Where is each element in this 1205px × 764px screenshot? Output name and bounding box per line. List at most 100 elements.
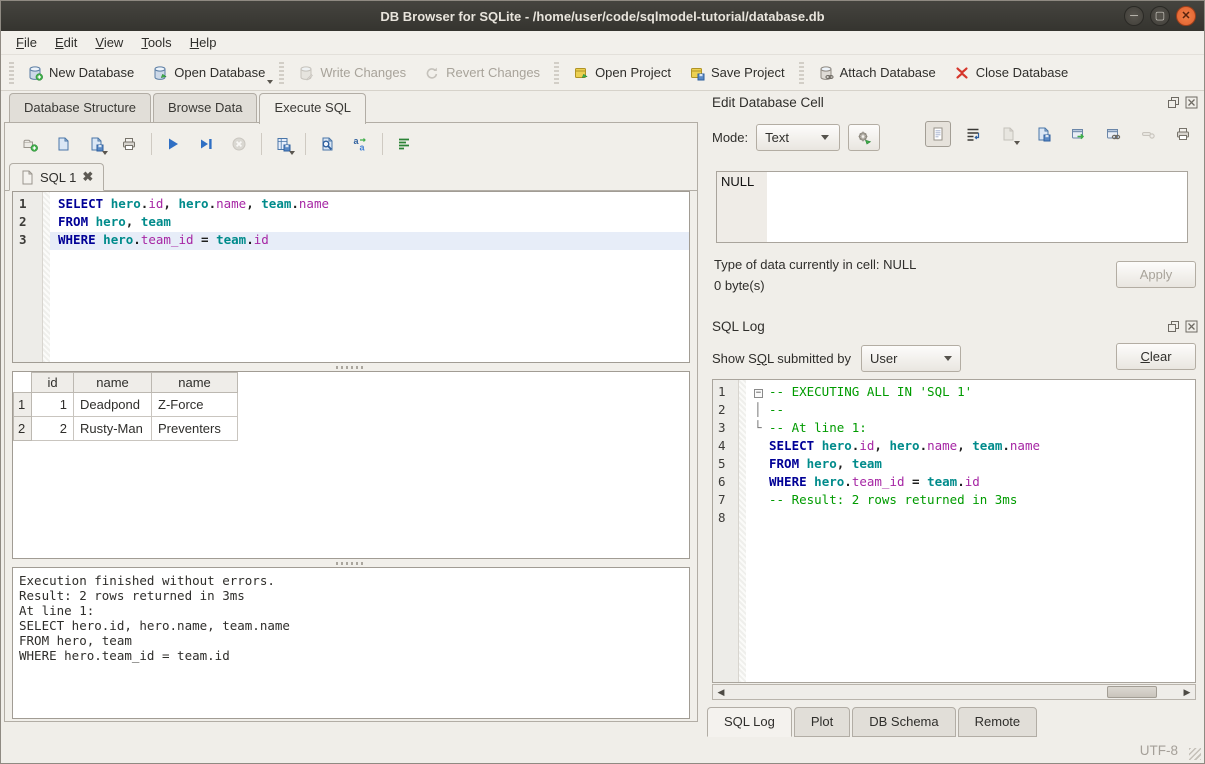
tab-close-icon[interactable]: ✖ xyxy=(82,169,93,185)
fold-marker-icon[interactable]: − xyxy=(754,384,769,399)
main-content: Database StructureBrowse DataExecute SQL… xyxy=(1,91,1205,764)
clear-log-button[interactable]: Clear xyxy=(1116,343,1196,370)
new-database-icon xyxy=(27,65,43,81)
line-number: 7 xyxy=(713,492,738,510)
save-as-button[interactable] xyxy=(1030,121,1056,147)
message-line: Result: 2 rows returned in 3ms xyxy=(19,588,683,603)
open-database-button[interactable]: Open Database xyxy=(143,60,274,86)
title-bar[interactable]: DB Browser for SQLite - /home/user/code/… xyxy=(1,1,1204,31)
open-external-button[interactable] xyxy=(1065,121,1091,147)
dock-tab-db-schema[interactable]: DB Schema xyxy=(852,707,955,737)
dock-tab-plot[interactable]: Plot xyxy=(794,707,850,737)
save-project-button[interactable]: Save Project xyxy=(680,60,794,86)
word-wrap-button[interactable] xyxy=(960,121,986,147)
column-header-name-1[interactable]: name xyxy=(74,373,152,393)
table-cell[interactable]: 2 xyxy=(32,417,74,441)
window-title: DB Browser for SQLite - /home/user/code/… xyxy=(1,9,1204,24)
tab-database-structure[interactable]: Database Structure xyxy=(9,93,151,122)
toolbar-button-label: New Database xyxy=(49,65,134,80)
code-line: FROM hero, team xyxy=(50,214,689,232)
table-cell[interactable]: Rusty-Man xyxy=(74,417,152,441)
tab-browse-data[interactable]: Browse Data xyxy=(153,93,257,122)
menu-item-file[interactable]: File xyxy=(7,32,46,53)
fold-marker-icon[interactable]: │ xyxy=(754,402,769,417)
attach-database-button[interactable]: Attach Database xyxy=(809,60,945,86)
new-database-button[interactable]: New Database xyxy=(18,60,143,86)
execute-all-button[interactable] xyxy=(160,131,186,157)
resize-grip-icon[interactable] xyxy=(1189,748,1201,760)
scroll-right-arrow[interactable]: ▶ xyxy=(1179,685,1195,699)
auto-apply-button[interactable] xyxy=(848,124,880,151)
new-tab-button[interactable] xyxy=(17,131,43,157)
code-line: WHERE hero.team_id = team.id xyxy=(50,232,689,250)
edit-cell-dock-header: Edit Database Cell xyxy=(704,91,1205,113)
save-results-button[interactable] xyxy=(270,131,296,157)
chevron-down-icon xyxy=(944,356,952,361)
minimize-button[interactable]: ─ xyxy=(1124,6,1144,26)
splitter-handle[interactable] xyxy=(5,363,697,371)
code-line: │-- xyxy=(746,402,1195,420)
table-row[interactable]: 11DeadpondZ-Force xyxy=(14,393,238,417)
app-window: DB Browser for SQLite - /home/user/code/… xyxy=(0,0,1205,764)
row-header[interactable]: 2 xyxy=(14,417,32,441)
log-filter-select[interactable]: User xyxy=(861,345,961,372)
column-header-id-0[interactable]: id xyxy=(32,373,74,393)
print-cell-button[interactable] xyxy=(1170,121,1196,147)
menu-item-help[interactable]: Help xyxy=(181,32,226,53)
execute-line-button[interactable] xyxy=(193,131,219,157)
close-dock-icon[interactable] xyxy=(1185,320,1198,333)
close-button[interactable]: ✕ xyxy=(1176,6,1196,26)
log-horizontal-scrollbar[interactable]: ◀ ▶ xyxy=(712,684,1196,700)
tab-execute-sql[interactable]: Execute SQL xyxy=(259,93,366,124)
table-cell[interactable]: Preventers xyxy=(152,417,238,441)
write-changes-button: Write Changes xyxy=(289,60,415,86)
toolbar-grip[interactable] xyxy=(9,62,14,84)
apply-button[interactable]: Apply xyxy=(1116,261,1196,288)
dock-tab-sql-log[interactable]: SQL Log xyxy=(707,707,792,737)
replace-button[interactable]: aa xyxy=(347,131,373,157)
column-header-name-2[interactable]: name xyxy=(152,373,238,393)
maximize-button[interactable]: ▢ xyxy=(1150,6,1170,26)
save-file-button[interactable] xyxy=(83,131,109,157)
float-dock-icon[interactable] xyxy=(1167,320,1180,333)
scrollbar-thumb[interactable] xyxy=(1107,686,1157,698)
scroll-left-arrow[interactable]: ◀ xyxy=(713,685,729,699)
sql-log-view[interactable]: 12345678 −-- EXECUTING ALL IN 'SQL 1'│--… xyxy=(712,379,1196,683)
sql-document-tab[interactable]: SQL 1 ✖ xyxy=(9,163,104,191)
find-button[interactable] xyxy=(314,131,340,157)
sql-code-editor[interactable]: 123 SELECT hero.id, hero.name, team.name… xyxy=(12,191,690,363)
table-cell[interactable]: Deadpond xyxy=(74,393,152,417)
format-button[interactable] xyxy=(391,131,417,157)
mode-select[interactable]: Text xyxy=(756,124,840,151)
open-file-button[interactable] xyxy=(50,131,76,157)
splitter-handle[interactable] xyxy=(5,559,697,567)
open-project-button[interactable]: Open Project xyxy=(564,60,680,86)
dropdown-caret-icon[interactable] xyxy=(289,151,295,155)
menu-item-edit[interactable]: Edit xyxy=(46,32,86,53)
left-pane: Database StructureBrowse DataExecute SQL… xyxy=(1,91,701,739)
menu-item-view[interactable]: View xyxy=(86,32,132,53)
dropdown-caret-icon[interactable] xyxy=(1014,141,1020,145)
toolbar-separator xyxy=(382,133,383,155)
table-cell[interactable]: Z-Force xyxy=(152,393,238,417)
text-mode-button[interactable] xyxy=(925,121,951,147)
fold-marker-icon[interactable]: └ xyxy=(754,420,769,435)
row-header[interactable]: 1 xyxy=(14,393,32,417)
print-button[interactable] xyxy=(116,131,142,157)
link-button[interactable] xyxy=(1100,121,1126,147)
float-dock-icon[interactable] xyxy=(1167,96,1180,109)
editor-fold-margin xyxy=(43,192,50,362)
execution-message-box[interactable]: Execution finished without errors.Result… xyxy=(12,567,690,719)
close-dock-icon[interactable] xyxy=(1185,96,1198,109)
cell-value-editor[interactable]: NULL xyxy=(716,171,1188,243)
line-number: 3 xyxy=(713,420,738,438)
main-toolbar: New DatabaseOpen DatabaseWrite ChangesRe… xyxy=(1,55,1204,91)
dropdown-caret-icon[interactable] xyxy=(267,80,273,84)
dropdown-caret-icon[interactable] xyxy=(102,151,108,155)
table-row[interactable]: 22Rusty-ManPreventers xyxy=(14,417,238,441)
results-grid[interactable]: idnamename11DeadpondZ-Force22Rusty-ManPr… xyxy=(12,371,690,559)
table-cell[interactable]: 1 xyxy=(32,393,74,417)
menu-item-tools[interactable]: Tools xyxy=(132,32,180,53)
dock-tab-remote[interactable]: Remote xyxy=(958,707,1038,737)
close-database-button[interactable]: Close Database xyxy=(945,60,1078,86)
